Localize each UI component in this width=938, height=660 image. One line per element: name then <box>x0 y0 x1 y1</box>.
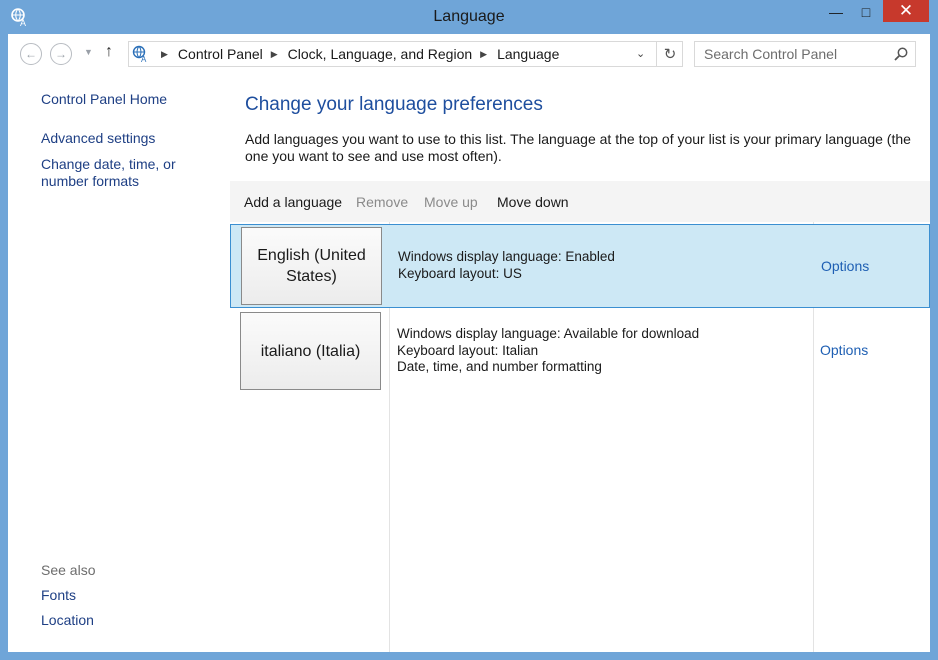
options-link-italian[interactable]: Options <box>820 342 868 358</box>
sidebar-advanced-settings[interactable]: Advanced settings <box>41 130 226 147</box>
language-details-italian: Windows display language: Available for … <box>397 326 699 376</box>
search-box[interactable] <box>694 41 916 67</box>
move-up-button[interactable]: Move up <box>424 194 478 210</box>
keyboard-layout: Keyboard layout: US <box>398 265 522 281</box>
maximize-button[interactable]: □ <box>852 0 880 24</box>
breadcrumb-separator-icon[interactable]: ▶ <box>161 49 168 60</box>
main-content: Change your language preferences Add lan… <box>230 74 930 652</box>
title-bar[interactable]: A Language — □ ✕ <box>0 0 938 34</box>
navigation-bar: ← → ▼ ↑ A ▶ Control Panel ▶ Clock, Langu… <box>8 34 930 74</box>
language-details-english: Windows display language: Enabled Keyboa… <box>398 249 615 282</box>
breadcrumb-control-panel[interactable]: Control Panel <box>178 46 263 62</box>
language-window: A Language — □ ✕ ← → ▼ ↑ A ▶ Control Pan… <box>0 0 938 660</box>
language-location-icon: A <box>132 45 147 63</box>
search-icon[interactable] <box>893 46 909 62</box>
search-input[interactable] <box>695 42 885 66</box>
page-title: Change your language preferences <box>245 94 543 115</box>
address-bar[interactable]: A ▶ Control Panel ▶ Clock, Language, and… <box>128 41 683 67</box>
sidebar-change-date-time-formats[interactable]: Change date, time, or number formats <box>41 156 226 190</box>
arrow-right-icon: → <box>55 47 67 61</box>
client-area: ← → ▼ ↑ A ▶ Control Panel ▶ Clock, Langu… <box>8 34 930 652</box>
breadcrumb-clock-language-region[interactable]: Clock, Language, and Region <box>288 46 472 62</box>
see-also-label: See also <box>41 562 96 578</box>
back-button[interactable]: ← <box>20 43 42 65</box>
arrow-left-icon: ← <box>25 47 37 61</box>
page-description: Add languages you want to use to this li… <box>245 131 911 164</box>
add-language-button[interactable]: Add a language <box>244 194 342 210</box>
refresh-icon[interactable]: ↻ <box>656 42 683 66</box>
language-toolbar: Add a language Remove Move up Move down <box>230 181 930 222</box>
address-history-chevron-down-icon[interactable]: ⌄ <box>636 47 645 60</box>
language-tile-italian[interactable]: italiano (Italia) <box>240 312 381 390</box>
svg-text:A: A <box>141 55 147 63</box>
display-language-status: Windows display language: Enabled <box>398 249 615 264</box>
date-time-formatting: Date, time, and number formatting <box>397 359 602 374</box>
minimize-button[interactable]: — <box>822 0 850 24</box>
window-bottom-border <box>0 652 938 660</box>
breadcrumb: ▶ Control Panel ▶ Clock, Language, and R… <box>153 46 559 62</box>
recent-locations-chevron-down-icon[interactable]: ▼ <box>84 47 93 57</box>
options-link-english[interactable]: Options <box>821 258 869 274</box>
breadcrumb-language[interactable]: Language <box>497 46 559 62</box>
language-list: English (United States) Windows display … <box>230 222 930 652</box>
close-button[interactable]: ✕ <box>883 0 929 22</box>
sidebar-control-panel-home[interactable]: Control Panel Home <box>41 91 226 108</box>
breadcrumb-separator-icon[interactable]: ▶ <box>271 49 278 60</box>
up-arrow-icon[interactable]: ↑ <box>105 43 113 61</box>
breadcrumb-separator-icon[interactable]: ▶ <box>480 49 487 60</box>
window-title: Language <box>433 8 505 25</box>
language-tile-english[interactable]: English (United States) <box>241 227 382 305</box>
sidebar-fonts-link[interactable]: Fonts <box>41 587 226 604</box>
sidebar: Control Panel Home Advanced settings Cha… <box>8 74 230 652</box>
remove-button[interactable]: Remove <box>356 194 408 210</box>
language-row-english[interactable]: English (United States) Windows display … <box>230 224 930 308</box>
move-down-button[interactable]: Move down <box>497 194 569 210</box>
keyboard-layout: Keyboard layout: Italian <box>397 342 539 358</box>
language-row-italian[interactable]: italiano (Italia) Windows display langua… <box>230 310 930 394</box>
sidebar-location-link[interactable]: Location <box>41 612 226 629</box>
display-language-status: Windows display language: Available for … <box>397 326 700 341</box>
forward-button[interactable]: → <box>50 43 72 65</box>
